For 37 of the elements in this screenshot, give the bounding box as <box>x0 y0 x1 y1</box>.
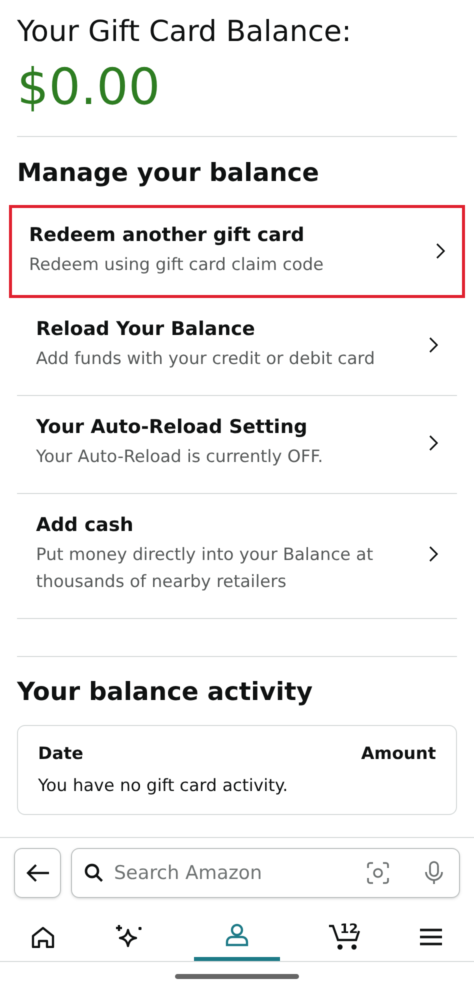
item-subtitle: Redeem using gift card claim code <box>29 254 325 277</box>
column-header: Amount <box>361 743 436 766</box>
camera-scan-icon[interactable] <box>367 862 389 884</box>
item-title: Your Auto-Reload Setting <box>36 415 308 440</box>
section-heading: Manage your balance <box>17 157 320 189</box>
item-subtitle: Add funds with your credit or debit card <box>36 348 376 371</box>
item-subtitle: Put money directly into your Balance at thousands of nearby retailers <box>36 544 374 594</box>
menu-icon <box>420 928 442 946</box>
chevron-right-icon <box>436 242 445 258</box>
person-icon <box>225 922 249 946</box>
menu-item[interactable]: Reload Your Balance Add funds with your credit or debit card <box>17 298 457 396</box>
search-input[interactable]: Search Amazon <box>114 858 357 888</box>
back-arrow-icon <box>26 863 50 883</box>
back-button[interactable] <box>14 848 61 898</box>
chevron-right-icon <box>429 434 438 450</box>
search-icon <box>84 863 104 883</box>
cart-count: 12 <box>340 920 358 938</box>
chevron-right-icon <box>429 336 438 352</box>
microphone-icon[interactable] <box>425 861 443 885</box>
section-heading: Your balance activity <box>17 676 314 708</box>
balance-amount: $0.00 <box>17 57 162 118</box>
search-bar[interactable]: Search Amazon <box>71 848 460 898</box>
balance-title: Your Gift Card Balance: <box>17 13 352 50</box>
menu-item[interactable]: Add cash Put money directly into your Balance at thousands of nearby retailers <box>17 494 457 619</box>
nav-tab[interactable]: 12 <box>302 912 388 961</box>
empty-message: You have no gift card activity. <box>38 774 289 798</box>
menu-item[interactable]: Redeem another gift card Redeem using gift card claim code <box>9 205 465 298</box>
menu-item[interactable]: Your Auto-Reload Setting Your Auto-Reload is currently OFF. <box>17 396 457 494</box>
item-subtitle: Your Auto-Reload is currently OFF. <box>36 446 324 469</box>
home-icon <box>31 926 55 948</box>
sparkle-icon <box>115 924 143 950</box>
item-title: Reload Your Balance <box>36 317 256 342</box>
item-title: Redeem another gift card <box>29 223 306 248</box>
item-title: Add cash <box>36 513 134 538</box>
column-header: Date <box>38 743 84 766</box>
cart-icon <box>328 924 362 950</box>
chevron-right-icon <box>429 546 438 562</box>
